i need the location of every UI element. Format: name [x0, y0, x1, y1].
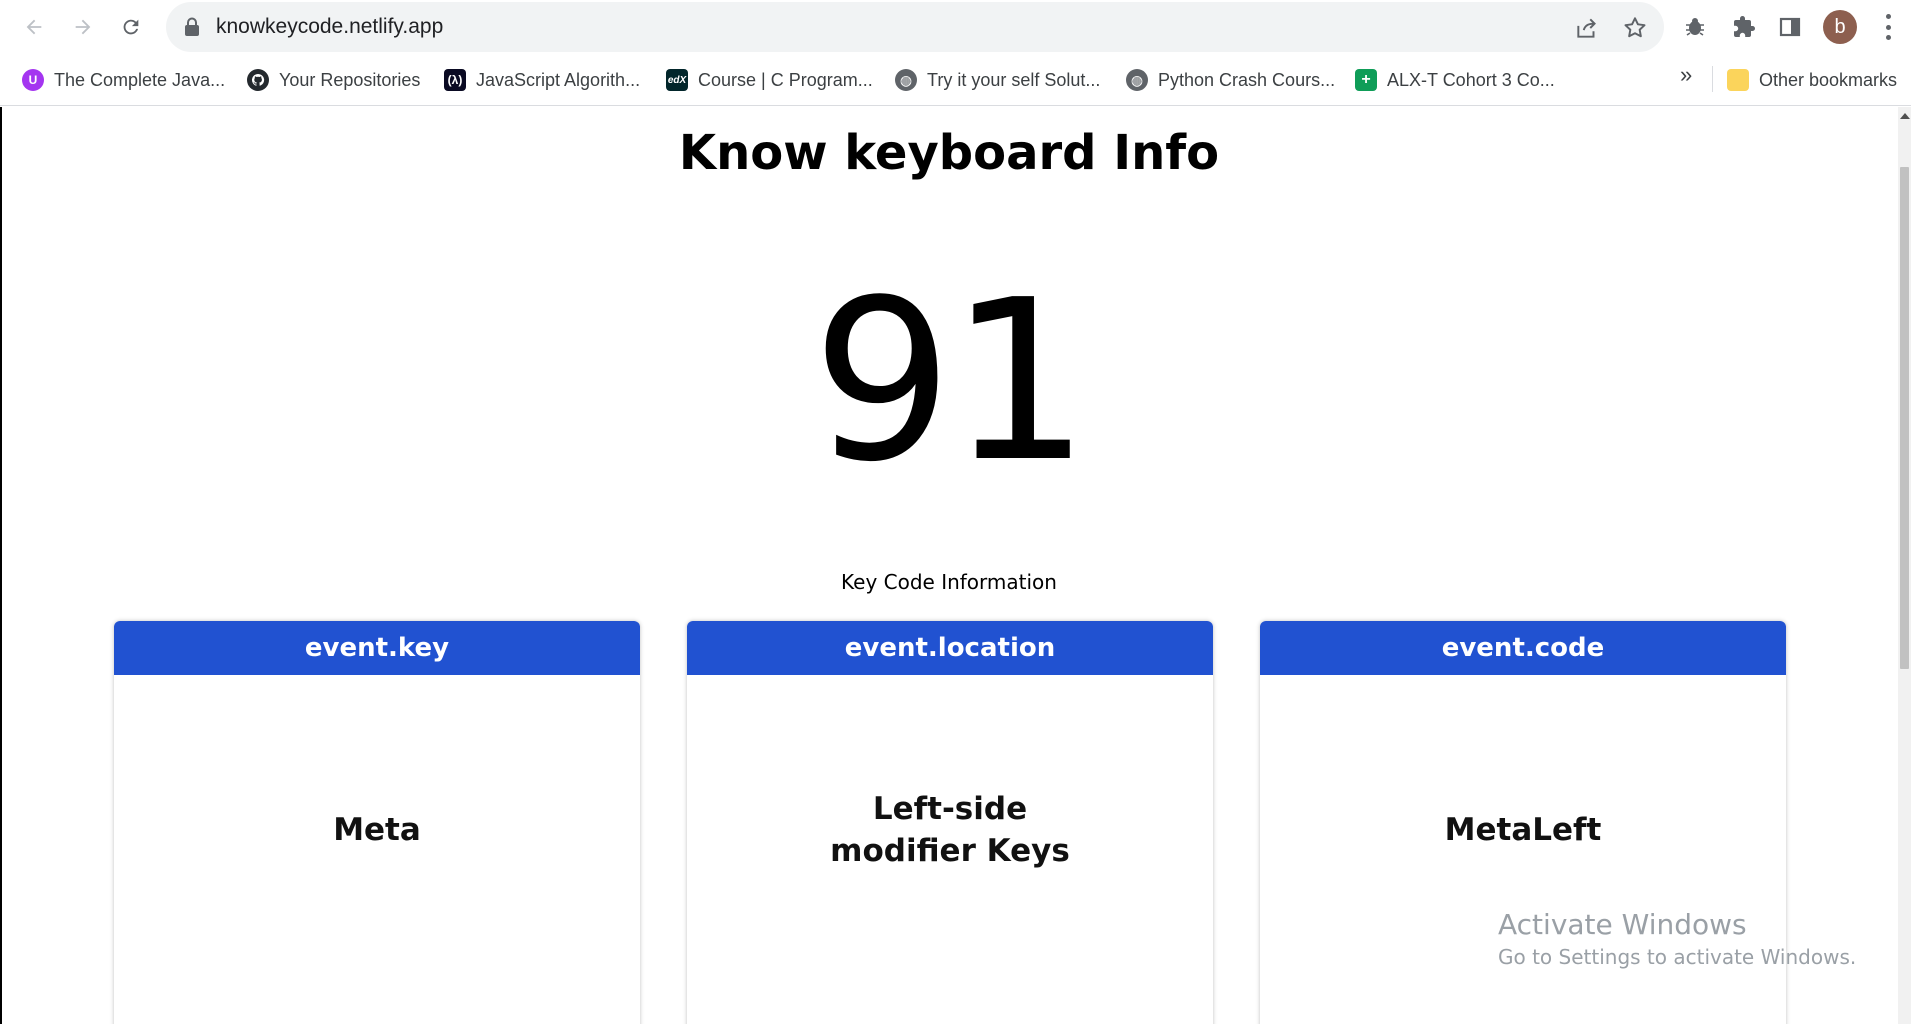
bookmarks-bar: U The Complete Java... Your Repositories…: [0, 54, 1911, 106]
card-header: event.location: [687, 621, 1213, 675]
bookmark-label: Try it your self Solut...: [927, 69, 1101, 90]
address-bar[interactable]: knowkeycode.netlify.app: [166, 2, 1664, 52]
bookmark-item[interactable]: Your Repositories: [247, 66, 420, 94]
bookmark-label: Python Crash Cours...: [1158, 69, 1336, 90]
event-location-value-line1: Left-side: [872, 791, 1028, 827]
forward-button[interactable]: [66, 10, 100, 44]
event-location-card: event.location Left-side modifier Keys: [687, 621, 1213, 1024]
bookmark-item[interactable]: edX Course | C Program...: [666, 66, 873, 94]
url-text: knowkeycode.netlify.app: [216, 15, 444, 38]
globe-icon: ◍: [1126, 69, 1148, 91]
bookmark-item[interactable]: ◍ Python Crash Cours...: [1126, 66, 1335, 94]
back-button[interactable]: [17, 10, 51, 44]
event-code-value: MetaLeft: [1444, 812, 1602, 848]
lock-icon: [185, 17, 199, 36]
browser-menu-icon[interactable]: [1880, 14, 1896, 40]
scroll-up-arrow-icon[interactable]: [1900, 113, 1910, 119]
card-header: event.code: [1260, 621, 1786, 675]
card-value: Meta: [114, 675, 640, 1024]
page-title: Know keyboard Info: [678, 125, 1220, 181]
activate-windows-title: Activate Windows: [1498, 908, 1747, 941]
arrow-right-icon: [75, 19, 91, 35]
bookmark-item[interactable]: + ALX-T Cohort 3 Co...: [1355, 66, 1555, 94]
udemy-icon: U: [22, 69, 44, 91]
card-value: MetaLeft: [1260, 675, 1786, 1024]
bookmark-label: Your Repositories: [279, 69, 421, 90]
sheets-icon: +: [1355, 69, 1377, 91]
share-icon[interactable]: [1574, 15, 1600, 41]
extensions-puzzle-icon[interactable]: [1730, 13, 1758, 41]
folder-icon: [1727, 69, 1749, 91]
page-scrollbar[interactable]: [1898, 107, 1911, 1024]
page-content: Know keyboard Info 91 Key Code Informati…: [0, 107, 1898, 1024]
bookmark-item[interactable]: (λ) JavaScript Algorith...: [444, 66, 640, 94]
event-key-value: Meta: [333, 812, 421, 848]
globe-icon: ◍: [895, 69, 917, 91]
bug-extension-icon[interactable]: [1681, 13, 1709, 41]
bookmarks-divider: [1712, 66, 1713, 92]
keycode-info-label: Key Code Information: [841, 570, 1057, 594]
arrow-left-icon: [26, 19, 42, 35]
profile-avatar[interactable]: b: [1823, 10, 1857, 44]
other-bookmarks-folder[interactable]: Other bookmarks: [1727, 66, 1897, 94]
side-panel-icon[interactable]: [1776, 13, 1804, 41]
reload-icon: [123, 19, 139, 35]
bookmark-star-icon[interactable]: [1622, 15, 1648, 41]
bookmarks-overflow-button[interactable]: »: [1680, 62, 1692, 88]
activate-windows-subtitle: Go to Settings to activate Windows.: [1498, 945, 1857, 969]
bookmark-item[interactable]: ◍ Try it your self Solut...: [895, 66, 1100, 94]
bookmark-item[interactable]: U The Complete Java...: [22, 66, 225, 94]
bookmark-label: Other bookmarks: [1759, 69, 1898, 90]
bookmark-label: Course | C Program...: [698, 69, 873, 90]
github-icon: [247, 69, 269, 91]
card-header: event.key: [114, 621, 640, 675]
scroll-thumb[interactable]: [1900, 167, 1909, 669]
freecodecamp-icon: (λ): [444, 69, 466, 91]
bookmark-label: JavaScript Algorith...: [476, 69, 641, 90]
edx-icon: edX: [666, 69, 688, 91]
event-key-card: event.key Meta: [114, 621, 640, 1024]
event-location-value-line2: modifier Keys: [830, 833, 1070, 869]
card-value: Left-side modifier Keys: [687, 675, 1213, 1024]
browser-toolbar: knowkeycode.netlify.app b: [0, 0, 1911, 54]
bookmark-label: The Complete Java...: [54, 69, 226, 90]
keycode-display: 91: [811, 253, 1091, 511]
bookmark-label: ALX-T Cohort 3 Co...: [1387, 69, 1555, 90]
window-edge: [0, 107, 2, 1024]
reload-button[interactable]: [114, 10, 148, 44]
